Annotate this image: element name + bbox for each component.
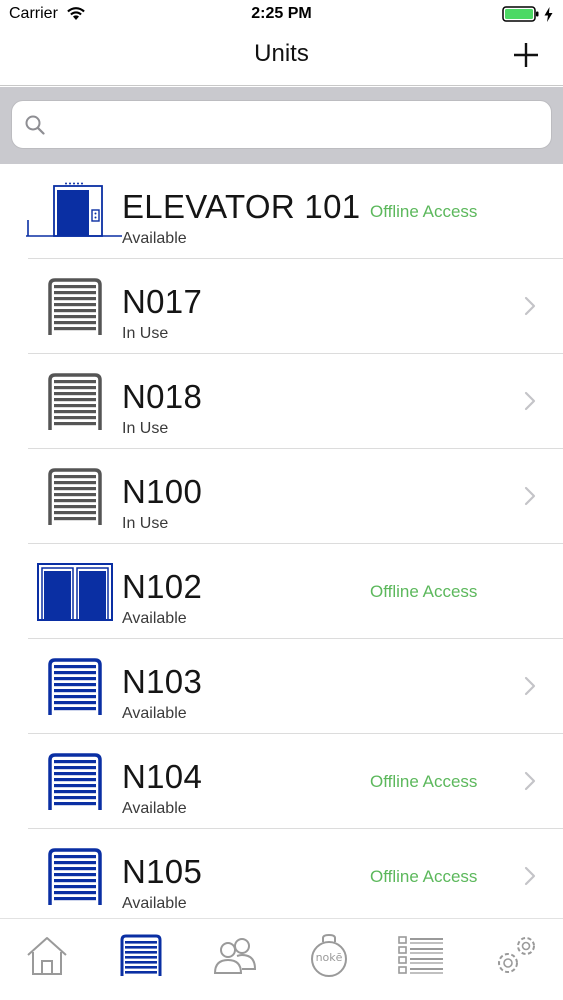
storage-door-icon <box>48 848 102 905</box>
unit-name: N103 <box>122 663 203 700</box>
storage-door-icon <box>48 658 102 715</box>
tab-noke[interactable]: nokē <box>306 933 352 979</box>
elevator-icon <box>26 182 122 237</box>
unit-status: In Use <box>122 515 169 532</box>
offline-access-label: Offline Access <box>370 772 478 791</box>
unit-name: ELEVATOR 101 <box>122 188 361 225</box>
home-icon[interactable] <box>24 933 70 979</box>
unit-door-icon[interactable] <box>118 933 164 979</box>
page-title: Units <box>254 40 309 67</box>
chevron-right-icon <box>524 391 536 411</box>
status-bar: Carrier 2:25 PM <box>0 0 563 30</box>
status-time: 2:25 PM <box>251 5 312 22</box>
chevron-right-icon <box>524 771 536 791</box>
offline-access-label: Offline Access <box>370 202 478 221</box>
unit-name: N017 <box>122 283 203 320</box>
storage-door-icon <box>48 278 102 335</box>
tab-bar: nokē <box>0 918 563 1000</box>
noke-label: nokē <box>315 951 343 964</box>
unit-status: Available <box>122 610 187 627</box>
unit-name: N105 <box>122 853 203 890</box>
storage-door-icon <box>48 753 102 810</box>
search-box[interactable] <box>11 100 552 149</box>
chevron-right-icon <box>524 486 536 506</box>
unit-row-n018[interactable]: N018 In Use <box>0 354 563 449</box>
unit-name: N018 <box>122 378 203 415</box>
status-right <box>502 5 553 23</box>
unit-row-n100[interactable]: N100 In Use <box>0 449 563 544</box>
unit-status: In Use <box>122 325 169 342</box>
storage-door-icon <box>48 373 102 430</box>
unit-name: N102 <box>122 568 203 605</box>
unit-status: In Use <box>122 420 169 437</box>
unit-name: N104 <box>122 758 203 795</box>
search-bar-container <box>0 87 563 164</box>
chevron-right-icon <box>524 866 536 886</box>
unit-list: ELEVATOR 101 Available Offline Access N0… <box>0 164 563 918</box>
unit-status: Available <box>122 230 187 247</box>
storage-door-icon <box>48 468 102 525</box>
search-icon <box>25 115 45 135</box>
battery-icon <box>502 6 539 22</box>
search-input[interactable] <box>56 109 536 141</box>
users-icon[interactable] <box>212 933 258 979</box>
unit-row-elevator-101[interactable]: ELEVATOR 101 Available Offline Access <box>0 164 563 259</box>
double-door-icon <box>37 563 113 621</box>
unit-row-n017[interactable]: N017 In Use <box>0 259 563 354</box>
unit-row-n102[interactable]: N102 Available Offline Access <box>0 544 563 639</box>
unit-status: Available <box>122 705 187 722</box>
chevron-right-icon <box>524 296 536 316</box>
unit-row-n105[interactable]: N105 Available Offline Access <box>0 829 563 918</box>
unit-row-n104[interactable]: N104 Available Offline Access <box>0 734 563 829</box>
unit-status: Available <box>122 895 187 912</box>
gears-icon[interactable] <box>492 933 538 979</box>
charging-bolt-icon <box>544 6 553 22</box>
unit-status: Available <box>122 800 187 817</box>
navigation-bar: Units <box>0 30 563 86</box>
offline-access-label: Offline Access <box>370 582 478 601</box>
offline-access-label: Offline Access <box>370 867 478 886</box>
unit-name: N100 <box>122 473 203 510</box>
chevron-right-icon <box>524 676 536 696</box>
list-icon[interactable] <box>397 933 443 979</box>
plus-icon[interactable] <box>511 40 541 70</box>
unit-row-n103[interactable]: N103 Available <box>0 639 563 734</box>
